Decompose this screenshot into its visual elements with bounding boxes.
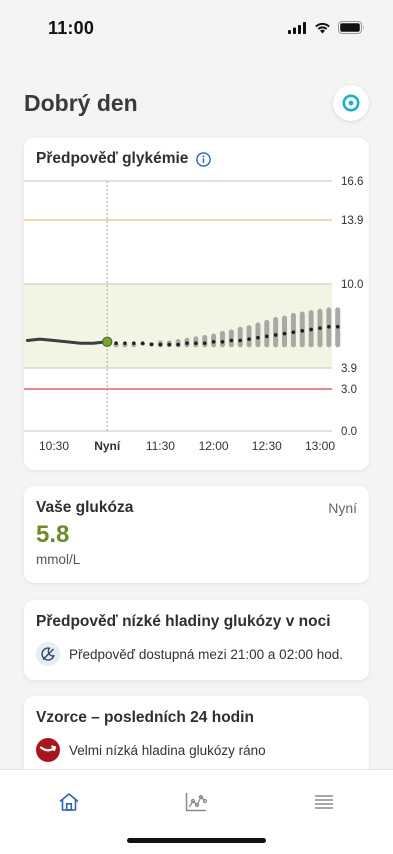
- night-low-prediction-card[interactable]: Předpověď nízké hladiny glukózy v noci P…: [24, 600, 369, 680]
- forecast-point: [291, 330, 296, 334]
- status-bar: 11:00: [0, 0, 393, 58]
- y-tick-label: 13.9: [341, 215, 363, 227]
- current-glucose-point: [101, 336, 113, 348]
- forecast-point: [229, 338, 234, 343]
- x-tick-label: 12:30: [252, 439, 282, 453]
- forecast-point: [140, 341, 145, 346]
- forecast-point: [202, 341, 207, 346]
- x-tick-label: 12:00: [199, 439, 229, 453]
- glucose-forecast-card[interactable]: Předpověď glykémie 16.6 13.9 10.0 3.9 3.0 0.0…: [24, 138, 369, 470]
- sensor-icon: [342, 94, 360, 112]
- forecast-band-bar: [237, 326, 243, 348]
- home-icon: [59, 793, 79, 811]
- y-tick-label: 0.0: [341, 426, 357, 438]
- page-title: Dobrý den: [24, 90, 138, 116]
- forecast-point: [282, 331, 287, 336]
- forecast-point: [114, 341, 118, 346]
- forecast-point: [194, 341, 198, 346]
- forecast-point: [309, 327, 313, 332]
- forecast-point: [149, 342, 154, 347]
- forecast-point: [300, 329, 305, 333]
- pattern-text: Velmi nízká hladina glukózy ráno: [69, 742, 266, 758]
- forecast-point: [123, 341, 127, 346]
- glucose-value: 5.8: [36, 521, 70, 548]
- forecast-band-bar: [246, 325, 252, 348]
- sensor-status-button[interactable]: [333, 85, 369, 121]
- x-tick-label: 11:30: [146, 439, 175, 453]
- wifi-icon: [315, 22, 330, 33]
- glucose-time: Nyní: [328, 500, 357, 516]
- forecast-point: [273, 333, 278, 337]
- forecast-band-bar: [264, 319, 270, 348]
- tab-history[interactable]: [182, 790, 210, 814]
- glucose-title: Vaše glukóza: [36, 499, 134, 516]
- tab-menu[interactable]: [310, 790, 338, 814]
- forecast-band-bar: [202, 334, 208, 348]
- forecast-point: [265, 334, 269, 339]
- forecast-point: [247, 337, 251, 341]
- forecast-point: [167, 342, 172, 347]
- x-tick-label: 13:00: [305, 439, 335, 453]
- forecast-point: [318, 326, 322, 330]
- forecast-point: [176, 342, 180, 347]
- low-prediction-text: Předpověď dostupná mezi 21:00 a 02:00 ho…: [69, 646, 343, 662]
- battery-icon: [338, 21, 364, 34]
- current-glucose-card[interactable]: Vaše glukóza Nyní 5.8 mmol/L: [24, 486, 369, 583]
- glucose-unit: mmol/L: [36, 552, 81, 567]
- forecast-point: [211, 340, 216, 344]
- forecast-band-bar: [282, 315, 288, 348]
- y-tick-label: 3.9: [341, 363, 357, 375]
- chart-icon: [185, 793, 208, 812]
- y-tick-label: 10.0: [341, 279, 363, 291]
- forecast-point: [185, 341, 189, 346]
- status-time: 11:00: [48, 18, 95, 38]
- forecast-point: [327, 324, 331, 329]
- forecast-point: [220, 340, 225, 344]
- forecast-band-bar: [255, 322, 261, 348]
- forecast-point: [256, 335, 260, 340]
- forecast-band-bar: [228, 329, 234, 348]
- menu-icon: [315, 795, 333, 809]
- status-icons: [288, 21, 365, 34]
- low-prediction-row: Předpověď dostupná mezi 21:00 a 02:00 ho…: [36, 642, 343, 666]
- tab-home[interactable]: [55, 790, 83, 814]
- forecast-point: [158, 342, 163, 347]
- patterns-title: Vzorce – posledních 24 hodin: [36, 709, 254, 726]
- forecast-band-bar: [290, 312, 296, 348]
- cellular-signal-icon: [288, 21, 306, 34]
- forecast-point: [238, 338, 242, 343]
- forecast-band-bar: [219, 330, 225, 348]
- pattern-item[interactable]: Velmi nízká hladina glukózy ráno: [36, 738, 266, 762]
- forecast-point: [132, 341, 136, 346]
- y-tick-label: 3.0: [341, 384, 357, 396]
- forecast-chart: 16.6 13.9 10.0 3.9 3.0 0.0 10:30 Nyní 11:30 12:0…: [24, 176, 363, 453]
- low-glucose-icon: [36, 738, 60, 762]
- y-tick-label: 16.6: [341, 176, 363, 188]
- forecast-point: [335, 324, 340, 329]
- low-prediction-title: Předpověď nízké hladiny glukózy v noci: [36, 613, 331, 630]
- x-tick-label: Nyní: [94, 439, 121, 453]
- forecast-band-bar: [273, 317, 279, 348]
- moon-clock-icon: [36, 642, 60, 666]
- x-tick-label: 10:30: [39, 439, 69, 453]
- home-indicator: [127, 838, 266, 843]
